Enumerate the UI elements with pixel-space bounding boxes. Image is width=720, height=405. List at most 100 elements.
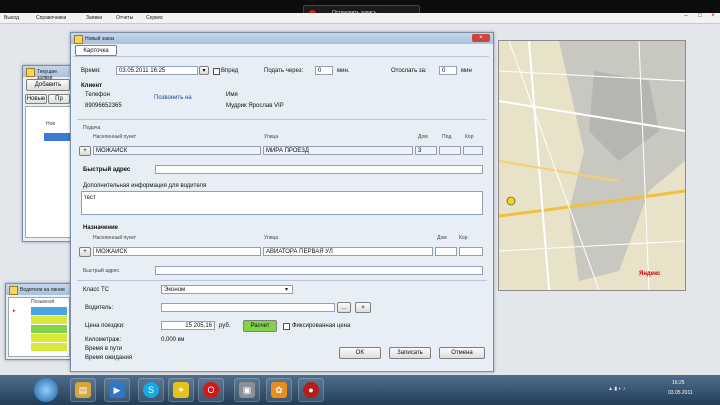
fixed-price-label: Фиксированная цена xyxy=(292,323,351,329)
call-link[interactable]: Позвонить на xyxy=(154,95,192,101)
ok-button[interactable]: OK xyxy=(339,347,381,359)
dialog-icon xyxy=(74,35,83,44)
pickup-label: Подача xyxy=(83,125,101,131)
dialog-title: Новый заказ xyxy=(85,36,115,42)
name-label: Имя xyxy=(226,92,238,98)
give-after-label: Подать через: xyxy=(264,68,304,74)
destination-street-field[interactable]: АВИАТОРА ПЕРВАЯ УЛ xyxy=(263,247,433,256)
list-item-label: Нов xyxy=(46,121,56,127)
destination-house-header: Дом xyxy=(437,235,447,241)
media-player-icon[interactable]: ▶ xyxy=(109,382,125,398)
destination-apt-header: Кор xyxy=(459,235,468,241)
add-order-button[interactable]: Добавить xyxy=(26,79,70,91)
pickup-house-field[interactable]: 3 xyxy=(415,146,437,155)
row-pointer-icon: ▸ xyxy=(13,308,16,314)
skype-icon[interactable]: S xyxy=(143,382,159,398)
entrance-header: Под. xyxy=(442,134,453,140)
class-select[interactable]: Эконом xyxy=(161,285,293,294)
forward-label: Впред xyxy=(221,68,239,74)
app-menubar: Выход Справочники Заявки Отчеты Сервис xyxy=(0,13,720,24)
distance-label: Километраж: xyxy=(85,337,122,343)
list-item[interactable] xyxy=(44,133,70,141)
folder-icon[interactable]: ✿ xyxy=(271,382,287,398)
destination-street-header: Улица xyxy=(264,235,279,241)
clock-date[interactable]: 03.05.2011 xyxy=(668,390,693,396)
menu-item-service[interactable]: Сервис xyxy=(146,15,163,21)
quick-address2-field[interactable] xyxy=(155,266,483,275)
close-icon[interactable]: × xyxy=(472,34,490,42)
currency-label: руб. xyxy=(219,323,231,329)
destination-add-button[interactable]: + xyxy=(79,247,91,257)
orders-list[interactable]: Нов xyxy=(25,106,73,238)
tab-pending[interactable]: Пр xyxy=(48,94,70,104)
pickup-add-button[interactable]: + xyxy=(79,146,91,156)
report-field[interactable]: 0 xyxy=(439,66,457,75)
forward-checkbox[interactable] xyxy=(213,68,220,75)
table-row[interactable] xyxy=(31,316,67,324)
app-window-icon[interactable]: ▣ xyxy=(239,382,255,398)
destination-settlement-field[interactable]: МОЖАЙСК xyxy=(93,247,261,256)
table-row[interactable] xyxy=(31,325,67,333)
driver-clear-button[interactable]: × xyxy=(355,302,371,313)
map-view[interactable]: Яндекс xyxy=(498,40,686,291)
menu-item-exit[interactable]: Выход xyxy=(4,15,19,21)
maximize-icon[interactable]: □ xyxy=(694,13,706,22)
time-picker-button[interactable]: ▾ xyxy=(199,66,209,75)
apt-header: Кор xyxy=(465,134,474,140)
quick-address2-label: Быстрый адрес xyxy=(83,268,119,274)
save-button[interactable]: Записать xyxy=(389,347,431,359)
street-header: Улица xyxy=(264,134,279,140)
table-row[interactable] xyxy=(31,343,67,351)
class-label: Класс ТС xyxy=(83,287,109,293)
report-unit: мин xyxy=(461,68,472,74)
taxi-app-icon[interactable]: ✦ xyxy=(173,382,189,398)
info-label: Дополнительная информация для водителя xyxy=(83,183,207,189)
driver-field[interactable] xyxy=(161,303,335,312)
time-field[interactable]: 03.05.2011 16:25 xyxy=(116,66,198,75)
table-row[interactable] xyxy=(31,334,67,342)
name-value[interactable]: Мудрик Ярослав VIP xyxy=(226,103,284,109)
tab-new[interactable]: Новые xyxy=(25,94,47,104)
pickup-apt-field[interactable] xyxy=(463,146,483,155)
driver-select-button[interactable]: … xyxy=(337,302,351,313)
give-after-field[interactable]: 0 xyxy=(315,66,333,75)
menu-item-reports[interactable]: Отчеты xyxy=(116,15,133,21)
house-header: Дом xyxy=(418,134,428,140)
drivers-grid[interactable]: Позывной ▸ xyxy=(8,297,70,357)
tray-icons[interactable]: ▲ ▮ ◐ ♪ xyxy=(608,386,625,392)
driver-label: Водитель: xyxy=(85,305,114,311)
destination-house-field[interactable] xyxy=(435,247,457,256)
recorder-icon[interactable]: ● xyxy=(303,382,319,398)
orders-window: Текущие заявки Добавить Новые Пр Нов xyxy=(22,65,74,242)
table-row[interactable] xyxy=(31,307,67,315)
app-icon xyxy=(9,286,18,295)
price-field[interactable]: 15 205,16 xyxy=(161,321,215,330)
drivers-window-title: Водители на линии xyxy=(20,287,65,293)
clock-time[interactable]: 16:25 xyxy=(672,380,685,386)
fixed-price-checkbox[interactable] xyxy=(283,323,290,330)
tab-card[interactable]: Карточка xyxy=(75,45,117,56)
start-button[interactable] xyxy=(34,378,58,402)
quick-address-label: Быстрый адрес xyxy=(83,167,131,173)
minimize-icon[interactable]: – xyxy=(680,13,692,22)
pickup-settlement-field[interactable]: МОЖАЙСК xyxy=(93,146,261,155)
recalc-button[interactable]: Расчет xyxy=(243,320,277,332)
explorer-icon[interactable]: ▤ xyxy=(75,382,91,398)
pickup-street-field[interactable]: МИРА ПРОЕЗД xyxy=(263,146,413,155)
wait-time-label: Время ожидания xyxy=(85,355,133,361)
cancel-button[interactable]: Отмена xyxy=(439,347,485,359)
destination-settlement-header: Населенный пункт xyxy=(93,235,137,241)
map-brand: Яндекс xyxy=(639,271,661,277)
destination-apt-field[interactable] xyxy=(459,247,483,256)
menu-item-references[interactable]: Справочники xyxy=(36,15,66,21)
drivers-window: Водители на линии Позывной ▸ xyxy=(5,283,72,360)
pickup-entrance-field[interactable] xyxy=(439,146,461,155)
menu-item-orders[interactable]: Заявки xyxy=(86,15,102,21)
drivers-grid-header: Позывной xyxy=(31,299,55,305)
phone-value[interactable]: 89096652365 xyxy=(85,103,122,109)
close-icon[interactable]: × xyxy=(707,13,719,22)
chevron-down-icon[interactable]: ▾ xyxy=(285,286,288,293)
quick-address-field[interactable] xyxy=(155,165,483,174)
driver-info-textarea[interactable]: тест xyxy=(81,191,483,215)
opera-icon[interactable]: O xyxy=(203,382,219,398)
